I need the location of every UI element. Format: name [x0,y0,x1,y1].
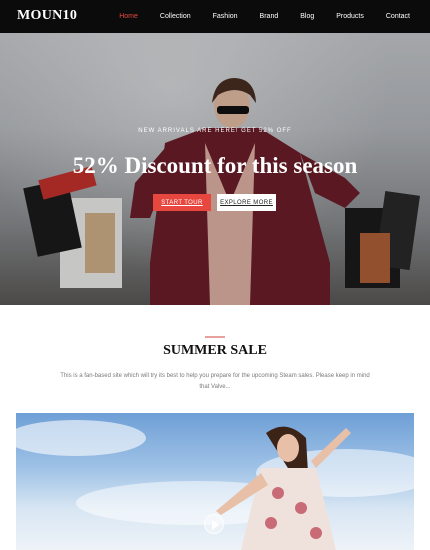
hero-kicker: NEW ARRIVALS ARE HERE! GET 52% OFF [138,128,292,134]
feature-video-thumbnail[interactable] [16,413,414,550]
nav-fashion[interactable]: Fashion [213,13,238,20]
explore-more-button[interactable]: Explore More [217,194,276,211]
hero-banner: NEW ARRIVALS ARE HERE! GET 52% OFF 52% D… [0,33,430,305]
site-logo[interactable]: MOUN10 [17,8,77,24]
nav-home[interactable]: Home [119,13,138,20]
nav-products[interactable]: Products [336,13,364,20]
nav-brand[interactable]: Brand [260,13,279,20]
section-divider [205,336,225,338]
main-nav: Home Collection Fashion Brand Blog Produ… [97,0,410,33]
top-navbar: MOUN10 Home Collection Fashion Brand Blo… [0,0,430,33]
hero-title: 52% Discount for this season [72,153,358,178]
section-title: SUMMER SALE [163,343,267,358]
nav-contact[interactable]: Contact [386,13,410,20]
start-tour-button[interactable]: Start Tour [153,194,211,211]
section-description: This is a fan-based site which will try … [60,373,370,390]
nav-blog[interactable]: Blog [300,13,314,20]
play-icon[interactable] [204,514,224,534]
nav-collection[interactable]: Collection [160,13,191,20]
